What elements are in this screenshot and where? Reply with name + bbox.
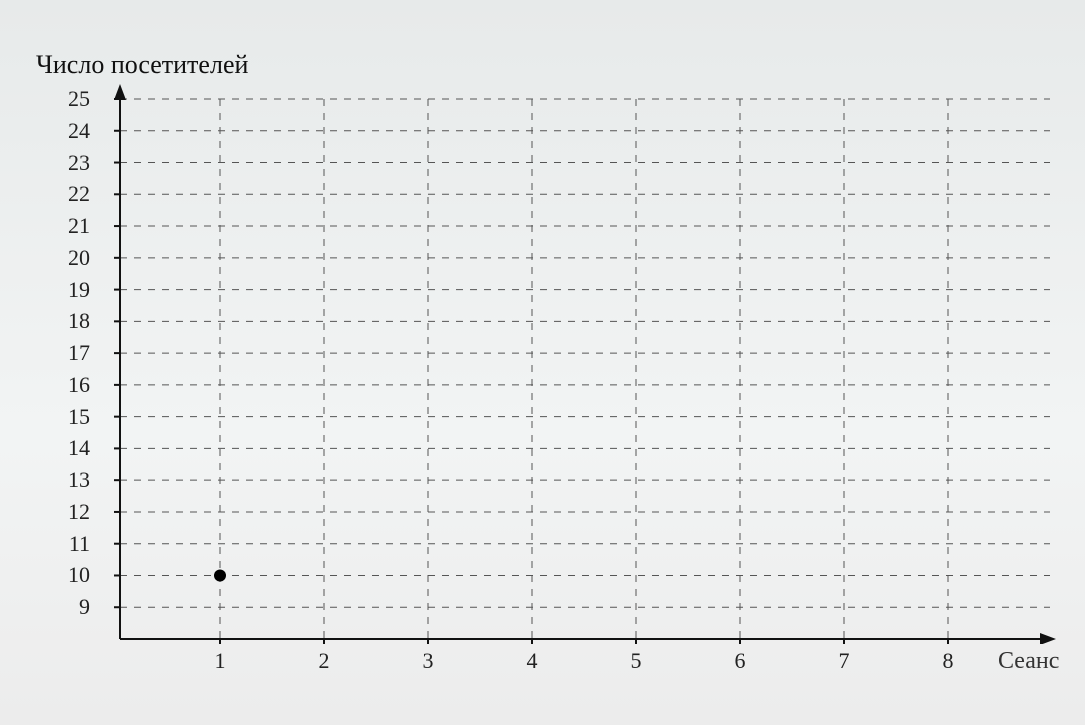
plot-region: [100, 84, 1060, 644]
y-tick-label: 22: [30, 183, 90, 205]
y-axis-title: Число посетителей: [36, 50, 248, 80]
y-tick-label: 24: [30, 120, 90, 142]
y-tick-label: 18: [30, 310, 90, 332]
y-tick-label: 20: [30, 247, 90, 269]
y-tick-label: 16: [30, 374, 90, 396]
y-tick-label: 12: [30, 501, 90, 523]
chart-page: Число посетителей 9101112131415161718192…: [0, 0, 1085, 725]
x-tick-label: 3: [413, 648, 443, 674]
y-tick-label: 13: [30, 469, 90, 491]
y-tick-label: 25: [30, 88, 90, 110]
x-tick-label: 8: [933, 648, 963, 674]
y-tick-label: 9: [30, 596, 90, 618]
y-tick-label: 17: [30, 342, 90, 364]
y-tick-label: 19: [30, 279, 90, 301]
x-tick-label: 2: [309, 648, 339, 674]
chart-area: 910111213141516171819202122232425 123456…: [30, 84, 1070, 680]
data-point: [214, 569, 226, 581]
x-tick-label: 7: [829, 648, 859, 674]
y-tick-label: 11: [30, 533, 90, 555]
x-tick-label: 4: [517, 648, 547, 674]
y-tick-label: 14: [30, 437, 90, 459]
grid-svg: [100, 84, 1060, 644]
y-tick-label: 10: [30, 564, 90, 586]
x-tick-label: 6: [725, 648, 755, 674]
x-tick-label: 5: [621, 648, 651, 674]
x-axis-title: Сеанс: [998, 648, 1059, 675]
y-tick-label: 21: [30, 215, 90, 237]
y-tick-label: 15: [30, 406, 90, 428]
x-tick-label: 1: [205, 648, 235, 674]
y-tick-label: 23: [30, 152, 90, 174]
